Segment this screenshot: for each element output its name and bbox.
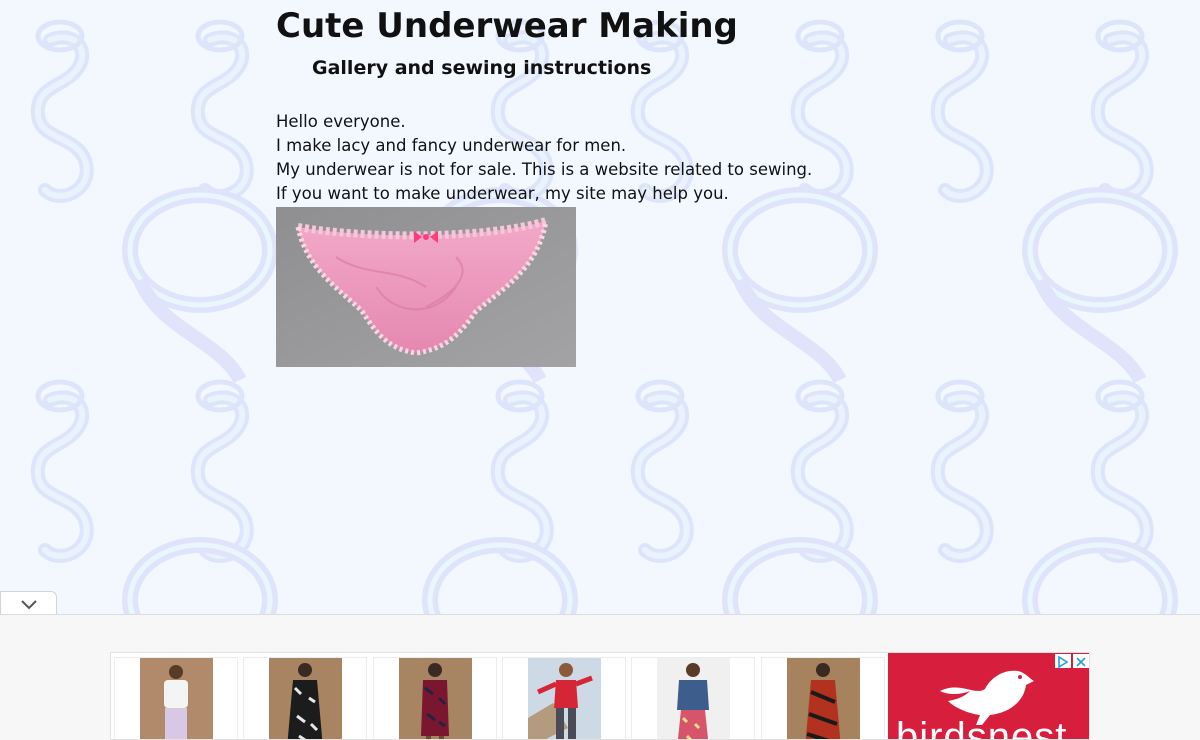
product-photo (269, 658, 342, 739)
product-photo (140, 658, 213, 739)
close-icon[interactable] (1073, 654, 1089, 668)
ad-banner[interactable]: birdsnest (110, 652, 1090, 740)
background-pattern (0, 0, 1200, 620)
page-subtitle: Gallery and sewing instructions (312, 57, 652, 79)
underwear-photo (276, 207, 576, 367)
intro-line: Hello everyone. (276, 112, 406, 131)
ad-product-tile[interactable] (502, 657, 626, 739)
page-title: Cute Underwear Making (276, 6, 738, 46)
ad-product-tile[interactable] (373, 657, 497, 739)
brand-name: birdsnest (896, 715, 1068, 740)
intro-text: Hello everyone. I make lacy and fancy un… (276, 110, 812, 206)
ad-product-tile[interactable] (114, 657, 238, 739)
ad-product-tile[interactable] (243, 657, 367, 739)
ad-product-tile[interactable] (761, 657, 885, 739)
product-photo (657, 658, 730, 739)
product-photo (528, 658, 601, 739)
ad-product-tile[interactable] (631, 657, 755, 739)
intro-line: My underwear is not for sale. This is a … (276, 160, 813, 179)
ad-collapse-tab[interactable] (0, 591, 57, 616)
product-photo (787, 658, 860, 739)
intro-line: If you want to make underwear, my site m… (276, 184, 729, 203)
brand-ad-panel[interactable]: birdsnest (888, 653, 1089, 740)
ad-choices-icon[interactable] (1055, 654, 1071, 669)
product-photo (399, 658, 472, 739)
chevron-down-icon (21, 600, 37, 610)
intro-line: I make lacy and fancy underwear for men. (276, 136, 627, 155)
